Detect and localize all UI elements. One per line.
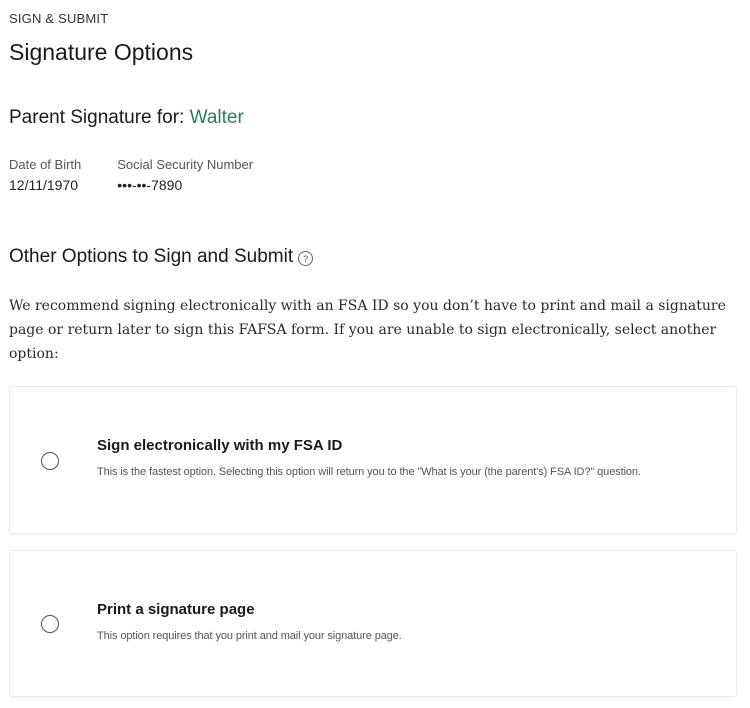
option-title: Print a signature page: [97, 601, 255, 618]
ssn-value: •••-••-7890: [117, 177, 183, 193]
parent-name: Walter: [189, 107, 244, 128]
ssn-label: Social Security Number: [117, 157, 254, 172]
page-title: Signature Options: [9, 39, 194, 65]
section-eyebrow: SIGN & SUBMIT: [9, 11, 109, 26]
dob-label: Date of Birth: [9, 157, 82, 172]
option-description: This option requires that you print and …: [97, 630, 402, 642]
dob-field: Date of Birth 12/11/1970: [9, 157, 81, 193]
other-options-heading-text: Other Options to Sign and Submit: [9, 246, 294, 267]
radio-sign-electronically[interactable]: [41, 452, 59, 470]
option-description: This is the fastest option. Selecting th…: [97, 466, 641, 478]
question-circle-icon[interactable]: ?: [298, 251, 314, 266]
option-title: Sign electronically with my FSA ID: [97, 437, 343, 454]
dob-value: 12/11/1970: [9, 177, 79, 193]
parent-heading-prefix: Parent Signature for:: [9, 107, 185, 128]
option-card-sign-electronically[interactable]: Sign electronically with my FSA ID This …: [9, 386, 737, 534]
parent-signature-heading: Parent Signature for: Walter: [9, 107, 244, 129]
option-card-print-signature-page[interactable]: Print a signature page This option requi…: [9, 550, 737, 697]
other-options-heading: Other Options to Sign and Submit ?: [9, 246, 314, 268]
radio-print-signature-page[interactable]: [41, 615, 59, 633]
parent-info: Date of Birth 12/11/1970 Social Security…: [9, 157, 253, 193]
recommendation-text: We recommend signing electronically with…: [9, 298, 726, 362]
ssn-field: Social Security Number •••-••-7890: [117, 157, 253, 193]
